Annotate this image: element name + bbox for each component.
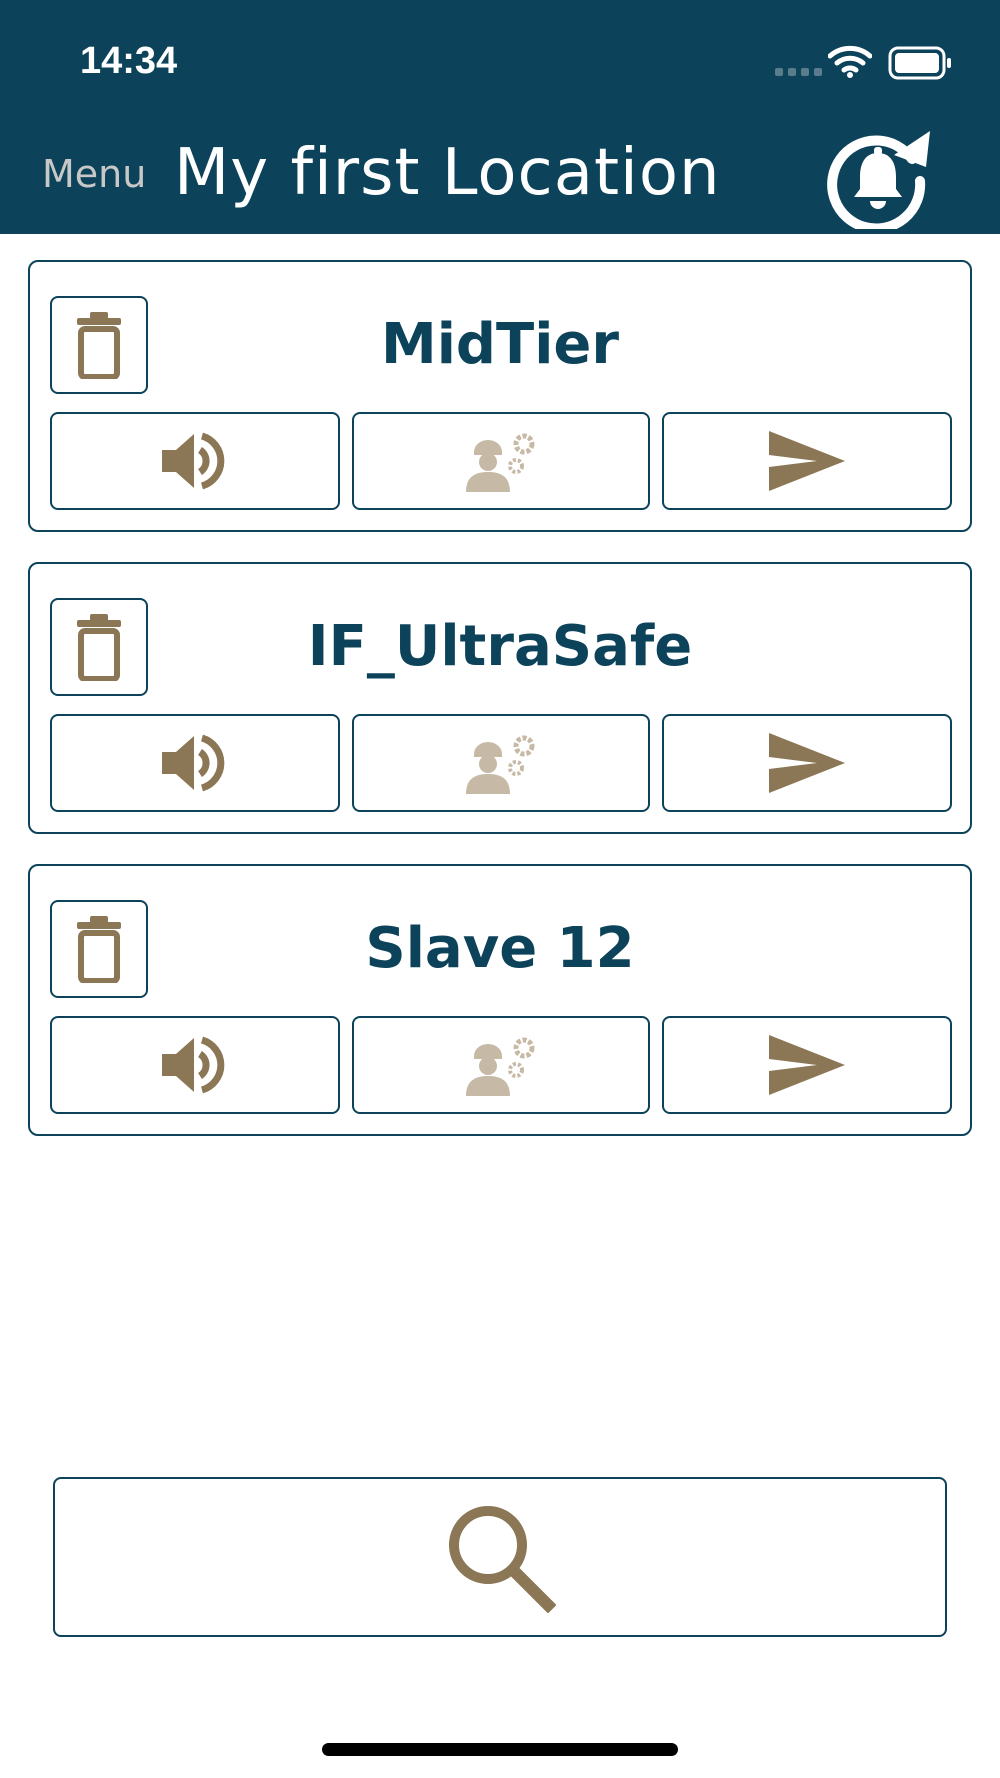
home-indicator[interactable] — [322, 1743, 678, 1756]
sound-button[interactable] — [50, 1016, 340, 1114]
speaker-icon — [162, 1036, 225, 1094]
battery-icon — [888, 46, 951, 80]
send-arrow-icon — [769, 1035, 845, 1095]
technician-gears-icon — [466, 735, 535, 794]
send-arrow-icon — [769, 733, 845, 793]
delete-button[interactable] — [50, 296, 148, 394]
trash-icon — [77, 312, 121, 379]
cellular-signal-icon — [775, 68, 822, 76]
service-button[interactable] — [352, 1016, 650, 1114]
send-button[interactable] — [662, 714, 952, 812]
wifi-icon — [828, 45, 872, 78]
service-button[interactable] — [352, 714, 650, 812]
technician-gears-icon — [466, 1037, 535, 1096]
device-card: IF_UltraSafe — [28, 562, 972, 834]
status-time: 14:34 — [80, 40, 178, 82]
menu-button[interactable]: Menu — [42, 152, 146, 196]
bell-refresh-icon — [827, 131, 930, 234]
delete-button[interactable] — [50, 598, 148, 696]
refresh-alarm-button[interactable] — [826, 125, 930, 234]
page-title: My first Location — [174, 136, 721, 210]
sound-button[interactable] — [50, 412, 340, 510]
speaker-icon — [162, 432, 225, 490]
device-name: IF_UltraSafe — [307, 614, 693, 679]
sound-button[interactable] — [50, 714, 340, 812]
speaker-icon — [162, 734, 225, 792]
device-card: Slave 12 — [28, 864, 972, 1136]
search-icon — [449, 1506, 556, 1613]
device-name: MidTier — [381, 312, 619, 377]
trash-icon — [77, 614, 121, 681]
device-name: Slave 12 — [365, 916, 635, 981]
service-button[interactable] — [352, 412, 650, 510]
app-header: 14:34 Menu My first Location — [0, 0, 1000, 234]
search-button[interactable] — [53, 1477, 947, 1637]
send-button[interactable] — [662, 1016, 952, 1114]
delete-button[interactable] — [50, 900, 148, 998]
send-button[interactable] — [662, 412, 952, 510]
device-card: MidTier — [28, 260, 972, 532]
technician-gears-icon — [466, 433, 535, 492]
send-arrow-icon — [769, 431, 845, 491]
trash-icon — [77, 916, 121, 983]
